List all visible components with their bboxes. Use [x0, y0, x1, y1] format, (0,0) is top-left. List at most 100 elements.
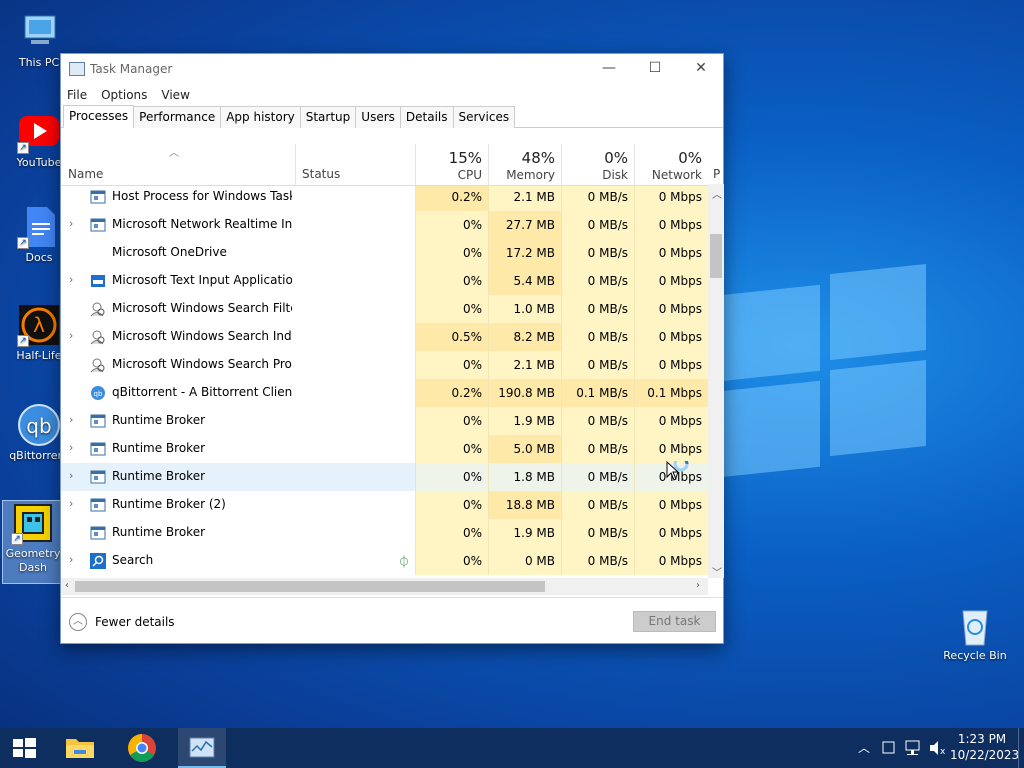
- memory-cell: 17.2 MB: [488, 239, 561, 267]
- process-row[interactable]: › Runtime Broker 0% 5.0 MB 0 MB/s 0 Mbps: [61, 435, 708, 463]
- expand-chevron-icon[interactable]: ›: [69, 497, 73, 510]
- disk-cell: 0 MB/s: [561, 323, 634, 351]
- this-pc-icon: [17, 10, 61, 54]
- task-manager-window: Task Manager — ☐ ✕ File Options View Pro…: [60, 53, 724, 644]
- column-disk[interactable]: 0% Disk: [561, 144, 634, 186]
- cpu-cell: 0%: [415, 351, 488, 379]
- process-row[interactable]: › Microsoft Network Realtime Ins... 0% 27.7…: [61, 211, 708, 239]
- cpu-cell: 0%: [415, 211, 488, 239]
- process-row[interactable]: › Search ⏀ 0% 0 MB 0 MB/s 0 Mbps: [61, 547, 708, 575]
- scroll-right-icon[interactable]: ›: [696, 580, 700, 591]
- disk-cell: 0 MB/s: [561, 463, 634, 491]
- end-task-button[interactable]: End task: [633, 611, 716, 632]
- horizontal-scroll-thumb[interactable]: [75, 581, 545, 592]
- service-icon: [90, 441, 106, 457]
- show-hidden-icons-chevron-icon[interactable]: ︿: [858, 728, 870, 768]
- minimize-button[interactable]: —: [586, 54, 632, 84]
- shortcut-arrow-icon: ↗: [17, 237, 29, 249]
- windows-start-icon: [13, 738, 36, 758]
- vertical-scrollbar[interactable]: ︿ ﹀: [708, 184, 724, 579]
- shortcut-arrow-icon: ↗: [17, 335, 29, 347]
- scroll-down-icon[interactable]: ﹀: [712, 564, 722, 579]
- disk-cell: 0 MB/s: [561, 435, 634, 463]
- process-name: Microsoft OneDrive: [112, 245, 227, 259]
- disk-label: Disk: [602, 168, 628, 182]
- taskbar-clock[interactable]: 1:23 PM 10/22/2023: [950, 731, 1020, 763]
- process-row[interactable]: Microsoft Windows Search Filte... 0% 1.0 M…: [61, 295, 708, 323]
- service-icon: [90, 469, 106, 485]
- process-row[interactable]: › Runtime Broker 0% 1.9 MB 0 MB/s 0 Mbps: [61, 407, 708, 435]
- tab-services[interactable]: Services: [452, 106, 516, 128]
- menu-options[interactable]: Options: [101, 88, 147, 102]
- expand-chevron-icon[interactable]: ›: [69, 273, 73, 286]
- desktop-icon-geometry-dash[interactable]: ↗ Geometry Dash: [2, 500, 64, 584]
- title-bar[interactable]: Task Manager — ☐ ✕: [61, 54, 723, 84]
- process-row[interactable]: Host Process for Windows Tasks 0.2% 2.1 MB…: [61, 186, 708, 211]
- taskbar-file-explorer[interactable]: [56, 728, 104, 768]
- process-row[interactable]: › Runtime Broker (2) 0% 18.8 MB 0 MB/s 0 Mbps: [61, 491, 708, 519]
- expand-chevron-icon[interactable]: ›: [69, 469, 73, 482]
- process-row[interactable]: › Microsoft Windows Search Inde... 0.5% 8.2…: [61, 323, 708, 351]
- column-network[interactable]: 0% Network: [634, 144, 708, 186]
- memory-cell: 190.8 MB: [488, 379, 561, 407]
- process-row[interactable]: Runtime Broker 0% 1.9 MB 0 MB/s 0 Mbps: [61, 519, 708, 547]
- column-memory[interactable]: 48% Memory: [488, 144, 561, 186]
- process-row[interactable]: › Microsoft Text Input Application 0% 5.4 M…: [61, 267, 708, 295]
- expand-chevron-icon[interactable]: ›: [69, 217, 73, 230]
- chevron-up-icon: ︿: [69, 613, 87, 631]
- maximize-button[interactable]: ☐: [632, 54, 678, 84]
- search-icon: [90, 553, 106, 569]
- scroll-left-icon[interactable]: ‹: [65, 580, 69, 591]
- tab-processes[interactable]: Processes: [63, 105, 135, 128]
- network-icon[interactable]: [903, 728, 923, 768]
- tab-details[interactable]: Details: [399, 106, 454, 128]
- service-icon: [90, 413, 106, 429]
- expand-chevron-icon[interactable]: ›: [69, 329, 73, 342]
- taskbar: ︿ x 1:23 PM 10/22/2023: [0, 728, 1024, 768]
- notification-tray-icon[interactable]: [880, 728, 898, 768]
- vertical-scroll-thumb[interactable]: [710, 234, 722, 278]
- show-desktop-button[interactable]: [1018, 728, 1024, 768]
- column-cpu[interactable]: 15% CPU: [415, 144, 488, 186]
- process-row[interactable]: Microsoft OneDrive 0% 17.2 MB 0 MB/s 0 Mbps: [61, 239, 708, 267]
- expand-chevron-icon[interactable]: ›: [69, 553, 73, 566]
- process-name: Microsoft Windows Search Prot...: [112, 357, 292, 371]
- tab-startup[interactable]: Startup: [299, 106, 357, 128]
- sort-up-icon[interactable]: ︿: [169, 144, 179, 159]
- taskbar-task-manager[interactable]: [178, 728, 226, 768]
- disk-cell: 0 MB/s: [561, 519, 634, 547]
- taskbar-chrome[interactable]: [118, 728, 166, 768]
- scroll-up-icon[interactable]: ︿: [712, 186, 722, 201]
- menu-view[interactable]: View: [161, 88, 189, 102]
- close-button[interactable]: ✕: [678, 54, 724, 84]
- qbittorrent-icon: qb: [17, 403, 61, 447]
- google-docs-icon: ↗: [17, 205, 61, 249]
- network-cell: 0 Mbps: [634, 519, 708, 547]
- disk-total: 0%: [604, 149, 628, 167]
- horizontal-scrollbar[interactable]: ‹ ›: [61, 578, 708, 595]
- disk-cell: 0 MB/s: [561, 491, 634, 519]
- clock-date: 10/22/2023: [950, 748, 1020, 762]
- leaf-icon: ⏀: [398, 555, 411, 569]
- column-name[interactable]: Name: [68, 167, 103, 181]
- volume-muted-icon[interactable]: x: [927, 728, 947, 768]
- process-grid: ︿ Name Status 15% CPU 48% Memory 0% Disk…: [61, 144, 720, 580]
- process-name: Search: [112, 553, 154, 567]
- column-power-truncated[interactable]: P: [713, 167, 720, 181]
- fewer-details-button[interactable]: ︿ Fewer details: [69, 613, 175, 631]
- start-button[interactable]: [0, 728, 48, 768]
- column-status-cell[interactable]: Status: [295, 144, 415, 186]
- expand-chevron-icon[interactable]: ›: [69, 441, 73, 454]
- tab-app-history[interactable]: App history: [220, 106, 301, 128]
- tab-users[interactable]: Users: [355, 106, 401, 128]
- expand-chevron-icon[interactable]: ›: [69, 413, 73, 426]
- menu-file[interactable]: File: [67, 88, 87, 102]
- search-person-icon: [90, 357, 106, 373]
- tab-performance[interactable]: Performance: [133, 106, 222, 128]
- process-row[interactable]: › Runtime Broker 0% 1.8 MB 0 MB/s 0 Mbps: [61, 463, 708, 491]
- desktop-icon-recycle-bin[interactable]: Recycle Bin: [940, 603, 1010, 663]
- process-row[interactable]: Microsoft Windows Search Prot... 0% 2.1 MB…: [61, 351, 708, 379]
- process-row[interactable]: qb qBittorrent - A Bittorrent Client 0.2% 1…: [61, 379, 708, 407]
- process-name: Microsoft Network Realtime Ins...: [112, 217, 292, 231]
- cpu-cell: 0.2%: [415, 379, 488, 407]
